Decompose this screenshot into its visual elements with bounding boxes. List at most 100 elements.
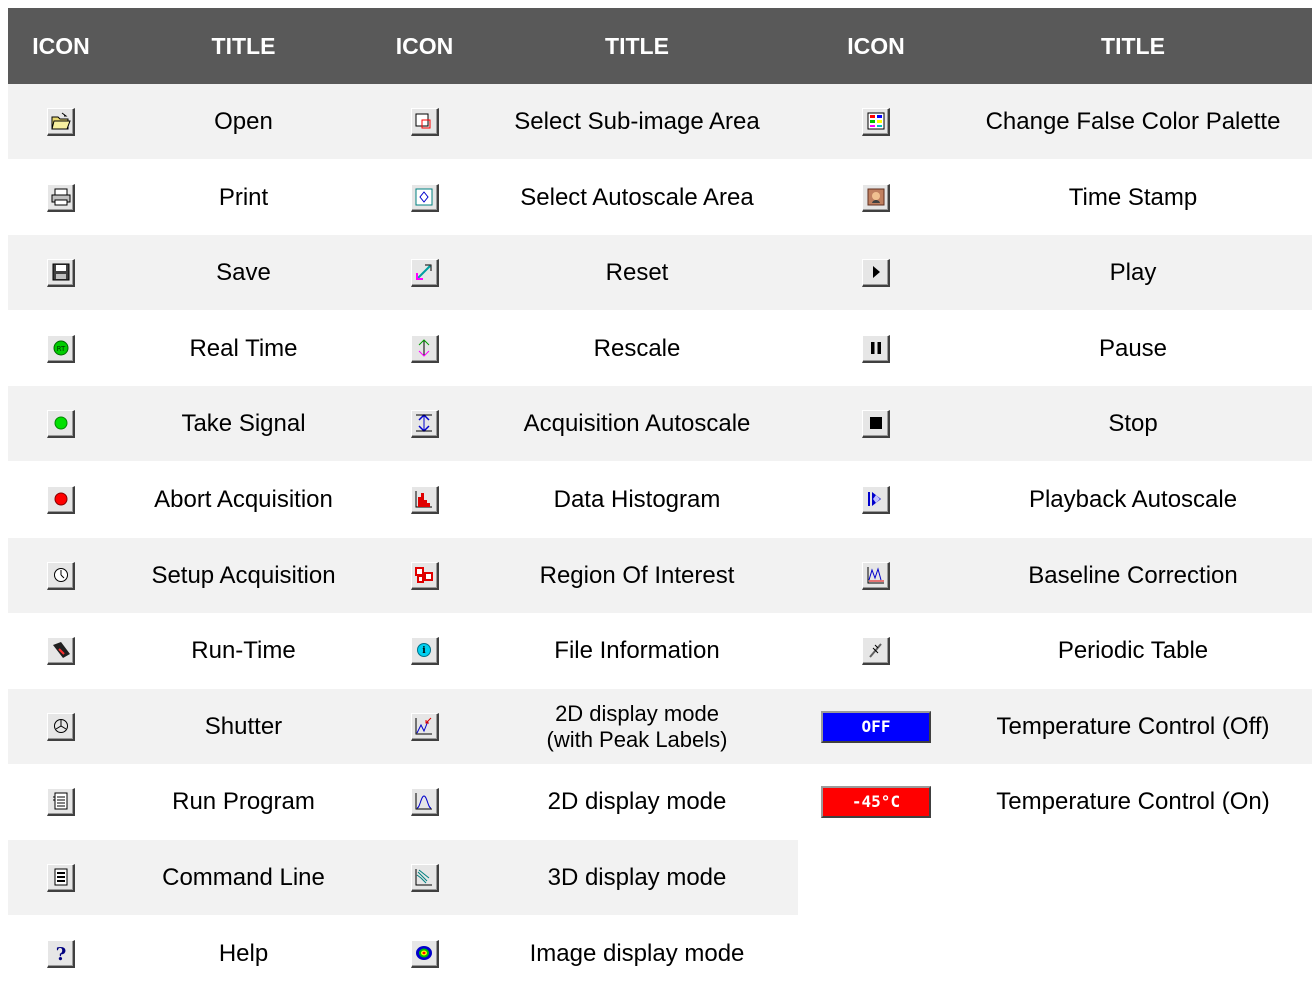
title-cell: Temperature Control (Off): [954, 689, 1312, 764]
run-time-icon[interactable]: [47, 636, 75, 665]
icon-title: Rescale: [593, 334, 681, 362]
open-folder-icon[interactable]: [47, 107, 75, 136]
icon-cell: -45°C: [798, 764, 954, 839]
icon-cell: [373, 538, 476, 613]
icon-cell: [8, 613, 114, 688]
icon-cell: [8, 84, 114, 159]
histogram-icon[interactable]: [410, 485, 439, 514]
reset-arrow-icon[interactable]: [410, 258, 439, 287]
pause-icon[interactable]: [862, 334, 890, 363]
icon-title-line-2: (with Peak Labels): [546, 726, 728, 752]
svg-text:i: i: [422, 646, 426, 656]
icon-title: Stop: [1108, 409, 1158, 437]
peak-labels-graph-icon[interactable]: [410, 712, 439, 741]
icon-cell: [8, 538, 114, 613]
image-display-icon[interactable]: [410, 939, 439, 968]
false-color-palette-icon[interactable]: [862, 107, 890, 136]
title-cell: Acquisition Autoscale: [476, 386, 798, 461]
time-stamp-icon[interactable]: [862, 183, 890, 212]
icon-cell: [8, 764, 114, 839]
icon-cell: ?: [8, 916, 114, 991]
icon-cell: i: [373, 613, 476, 688]
printer-icon[interactable]: [47, 183, 75, 212]
autoscale-area-icon[interactable]: [410, 183, 439, 212]
icon-title: 3D display mode: [547, 863, 727, 891]
title-cell: Run-Time: [114, 613, 373, 688]
info-icon[interactable]: i: [410, 636, 439, 665]
icon-cell: [798, 235, 954, 310]
icon-cell: [8, 840, 114, 915]
real-time-icon[interactable]: RT: [47, 334, 75, 363]
icon-title: Shutter: [204, 712, 283, 740]
periodic-table-icon[interactable]: [862, 636, 890, 665]
icon-cell: [798, 538, 954, 613]
icon-cell: [373, 386, 476, 461]
header-icon-2: ICON: [373, 8, 476, 84]
header-title-2: TITLE: [476, 8, 798, 84]
icon-cell: [373, 235, 476, 310]
icon-title: Temperature Control (On): [996, 787, 1270, 815]
red-dot-icon[interactable]: [47, 485, 75, 514]
icon-cell: [798, 84, 954, 159]
icon-title: File Information: [554, 636, 720, 664]
icon-cell: [8, 235, 114, 310]
graph-3d-icon[interactable]: [410, 863, 439, 892]
command-line-icon[interactable]: [47, 863, 75, 892]
icon-title: Reset: [605, 258, 669, 286]
title-cell: Stop: [954, 386, 1312, 461]
title-cell: Time Stamp: [954, 160, 1312, 235]
icon-cell: [8, 160, 114, 235]
title-cell: Shutter: [114, 689, 373, 764]
shutter-icon[interactable]: [47, 712, 75, 741]
title-cell: Select Autoscale Area: [476, 160, 798, 235]
icon-cell: [798, 311, 954, 386]
icon-cell: [798, 613, 954, 688]
icon-title: Open: [214, 107, 273, 135]
help-question-icon[interactable]: ?: [47, 939, 75, 968]
playback-autoscale-icon[interactable]: [862, 485, 890, 514]
header-title-3: TITLE: [954, 8, 1312, 84]
green-dot-icon[interactable]: [47, 409, 75, 438]
title-cell: Play: [954, 235, 1312, 310]
clock-icon[interactable]: [47, 561, 75, 590]
title-cell: Help: [114, 916, 373, 991]
graph-2d-icon[interactable]: [410, 787, 439, 816]
program-list-icon[interactable]: [47, 787, 75, 816]
icon-title: 2D display mode: [547, 787, 727, 815]
title-cell: Rescale: [476, 311, 798, 386]
icon-title: Real Time: [189, 334, 298, 362]
icon-title: Command Line: [162, 863, 325, 891]
baseline-correction-icon[interactable]: [862, 561, 890, 590]
title-cell: Command Line: [114, 840, 373, 915]
sub-image-select-icon[interactable]: [410, 107, 439, 136]
play-icon[interactable]: [862, 258, 890, 287]
stop-icon[interactable]: [862, 409, 890, 438]
floppy-disk-icon[interactable]: [47, 258, 75, 287]
icon-title: Image display mode: [529, 939, 745, 967]
icon-title: Take Signal: [181, 409, 306, 437]
acquisition-autoscale-icon[interactable]: [410, 409, 439, 438]
icon-cell: [798, 462, 954, 537]
rescale-icon[interactable]: [410, 334, 439, 363]
icon-cell: [798, 386, 954, 461]
icon-title: Acquisition Autoscale: [523, 409, 751, 437]
svg-text:RT: RT: [56, 345, 65, 353]
title-cell: Real Time: [114, 311, 373, 386]
icon-cell: [373, 764, 476, 839]
temperature-on-indicator[interactable]: -45°C: [821, 785, 931, 818]
temperature-off-indicator[interactable]: OFF: [821, 710, 931, 743]
icon-cell: [373, 689, 476, 764]
title-cell: Select Sub-image Area: [476, 84, 798, 159]
title-cell: Setup Acquisition: [114, 538, 373, 613]
icon-cell: [373, 840, 476, 915]
icon-cell: [8, 689, 114, 764]
region-of-interest-icon[interactable]: [410, 561, 439, 590]
title-cell: 2D display mode (with Peak Labels): [476, 689, 798, 764]
icon-title: Setup Acquisition: [151, 561, 336, 589]
title-cell: File Information: [476, 613, 798, 688]
title-cell: Data Histogram: [476, 462, 798, 537]
icon-title: Abort Acquisition: [154, 485, 333, 513]
header-icon-1: ICON: [8, 8, 114, 84]
icon-title: Data Histogram: [553, 485, 721, 513]
title-cell: 2D display mode: [476, 764, 798, 839]
